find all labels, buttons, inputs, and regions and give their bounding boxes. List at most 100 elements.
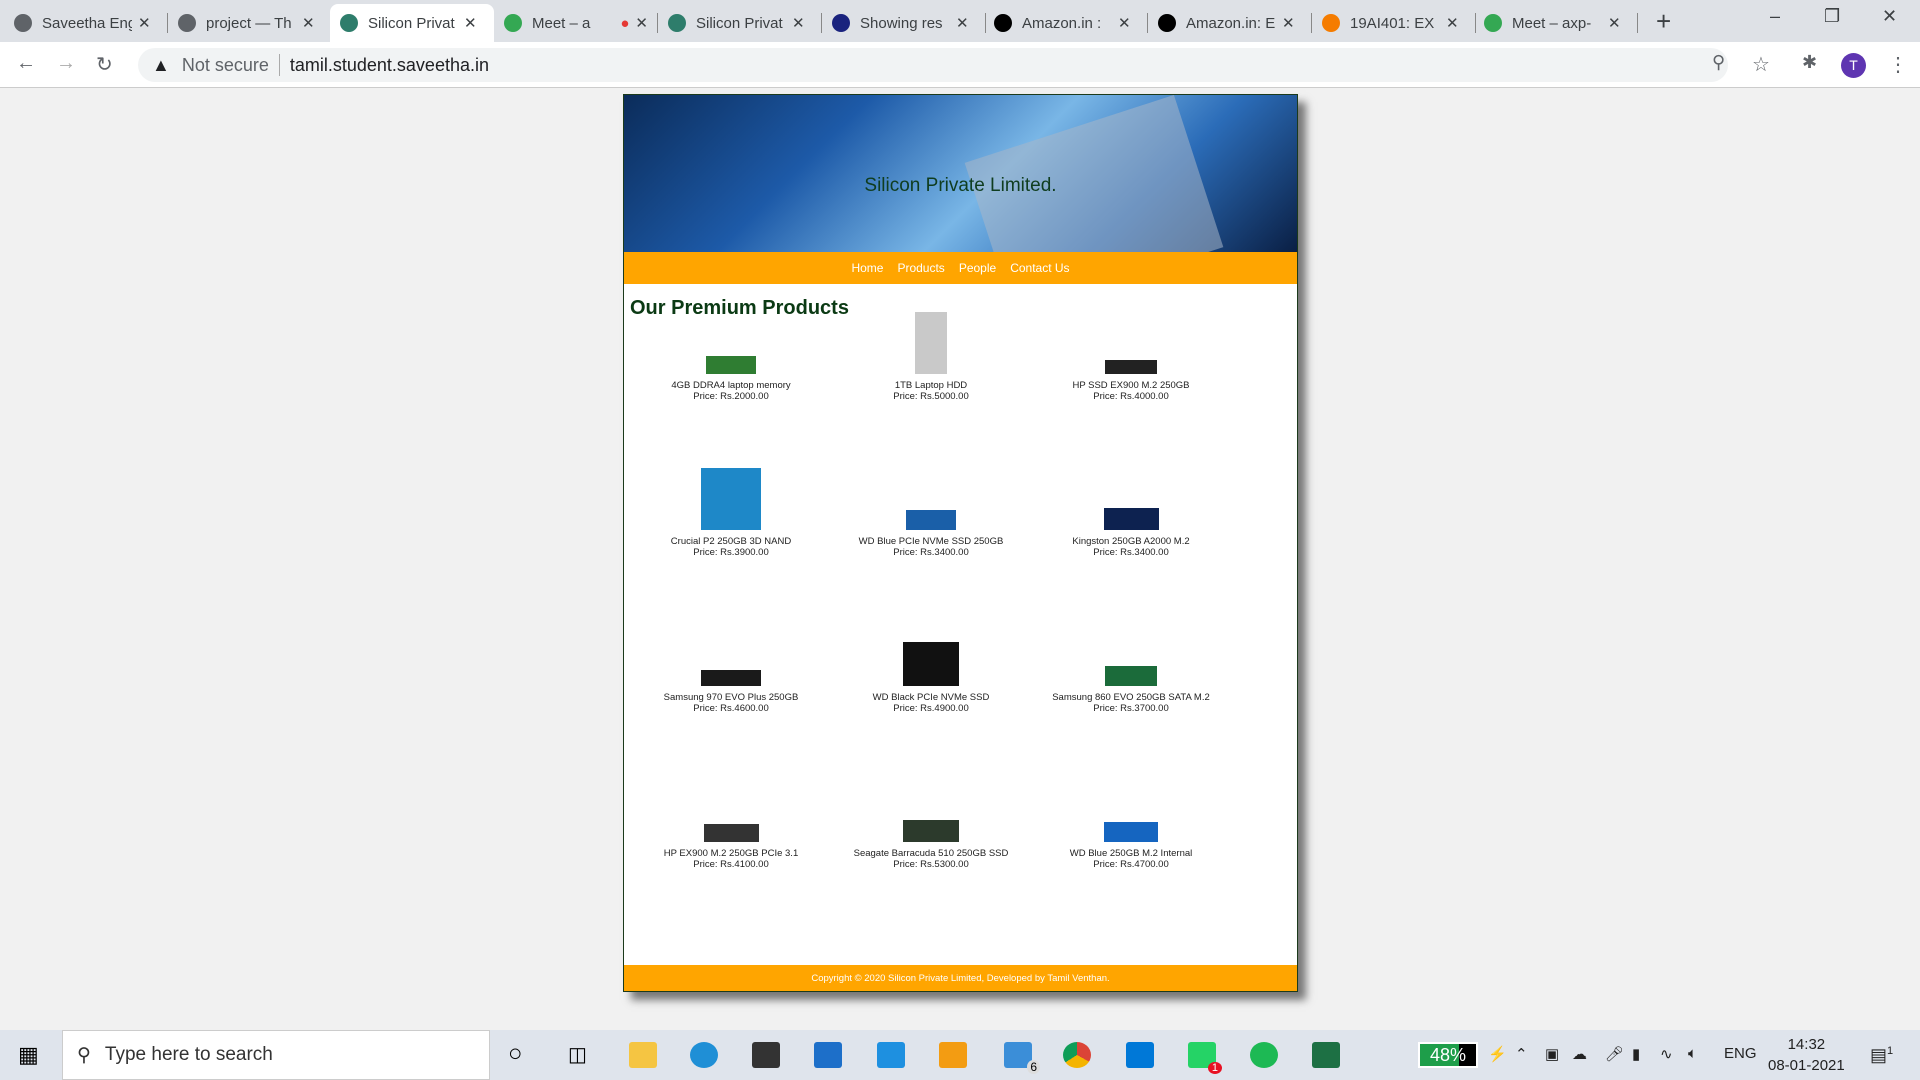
product-name: HP EX900 M.2 250GB PCIe 3.1 [663, 848, 799, 859]
product-card[interactable]: Crucial P2 250GB 3D NAND Price: Rs.3900.0… [631, 468, 831, 558]
reload-icon[interactable]: ↻ [96, 52, 113, 77]
product-image[interactable] [1103, 508, 1159, 530]
product-card[interactable]: Kingston 250GB A2000 M.2 Price: Rs.3400.0… [1031, 508, 1231, 558]
minimize-button[interactable]: – [1770, 6, 1780, 27]
product-image[interactable] [1105, 360, 1157, 374]
product-card[interactable]: WD Blue 250GB M.2 Internal Price: Rs.4700… [1031, 822, 1231, 870]
close-tab-icon[interactable]: ✕ [302, 14, 315, 32]
taskbar-search[interactable]: ⚲ Type here to search [62, 1030, 490, 1080]
close-tab-icon[interactable]: ✕ [464, 14, 477, 32]
excel-icon[interactable] [1312, 1042, 1340, 1068]
chip-icon [668, 14, 686, 32]
edge-icon[interactable] [690, 1042, 718, 1068]
tab-label: Showing res [860, 14, 943, 32]
close-tab-icon[interactable]: ✕ [1118, 14, 1131, 32]
new-tab-button[interactable]: + [1656, 6, 1671, 37]
product-card[interactable]: 4GB DDRA4 laptop memory Price: Rs.2000.00 [631, 356, 831, 402]
product-price: Price: Rs.2000.00 [693, 391, 769, 402]
product-name: Seagate Barracuda 510 250GB SSD [853, 848, 1009, 859]
app-icon[interactable] [1126, 1042, 1154, 1068]
url-text[interactable]: tamil.student.saveetha.in [290, 55, 489, 76]
product-card[interactable]: WD Black PCIe NVMe SSD Price: Rs.4900.00 [831, 642, 1031, 714]
browser-tab[interactable]: Silicon Privat ✕ [658, 4, 822, 42]
store-icon[interactable] [752, 1042, 780, 1068]
product-image[interactable] [703, 824, 759, 842]
language-indicator[interactable]: ENG [1724, 1045, 1757, 1062]
volume-icon[interactable]: 🔈︎ [1688, 1045, 1697, 1062]
browser-tab[interactable]: Meet – a ● ✕ [494, 4, 658, 42]
task-view-icon[interactable]: ◫ [568, 1042, 587, 1067]
browser-tab[interactable]: project — Th ✕ [168, 4, 332, 42]
browser-tab[interactable]: 19AI401: EX ✕ [1312, 4, 1476, 42]
mail-icon[interactable] [814, 1042, 842, 1068]
profile-avatar[interactable]: T [1841, 53, 1866, 78]
product-card[interactable]: Samsung 860 EVO 250GB SATA M.2 Price: Rs.… [1031, 666, 1231, 714]
chrome-icon[interactable] [1063, 1042, 1091, 1068]
browser-tab[interactable]: Amazon.in: E ✕ [1148, 4, 1312, 42]
product-image[interactable] [701, 468, 761, 530]
files-icon[interactable]: 6 [1004, 1042, 1040, 1074]
divider [278, 54, 280, 76]
forward-icon[interactable]: → [56, 52, 76, 75]
browser-tab[interactable]: Showing res ✕ [822, 4, 986, 42]
nav-people[interactable]: People [959, 261, 996, 275]
product-price: Price: Rs.4900.00 [893, 703, 969, 714]
windows-start-icon[interactable]: ▦ [18, 1042, 39, 1068]
close-tab-icon[interactable]: ✕ [1608, 14, 1621, 32]
product-card[interactable]: HP EX900 M.2 250GB PCIe 3.1 Price: Rs.410… [631, 824, 831, 870]
wifi-icon[interactable]: ∿ [1660, 1045, 1673, 1063]
bookmark-star-icon[interactable]: ☆ [1752, 52, 1770, 77]
tab-label: Amazon.in: E [1186, 14, 1276, 32]
clock[interactable]: 14:32 08-01-2021 [1768, 1034, 1845, 1076]
product-image[interactable] [906, 510, 956, 530]
chevron-up-icon[interactable]: ⌃ [1515, 1045, 1528, 1063]
restore-button[interactable]: ❐ [1824, 6, 1840, 27]
product-card[interactable]: WD Blue PCIe NVMe SSD 250GB Price: Rs.340… [831, 510, 1031, 558]
product-image[interactable] [1105, 666, 1157, 686]
product-image[interactable] [903, 642, 959, 686]
browser-tab[interactable]: Saveetha Eng ✕ [4, 4, 168, 42]
mic-icon[interactable]: 🎤︎ [1605, 1045, 1624, 1063]
camera-icon[interactable]: ▣ [1545, 1045, 1559, 1063]
close-tab-icon[interactable]: ✕ [1446, 14, 1459, 32]
browser-tab[interactable]: Silicon Privat ✕ [330, 4, 494, 42]
close-tab-icon[interactable]: ✕ [635, 14, 648, 32]
product-card[interactable]: 1TB Laptop HDD Price: Rs.5000.00 [831, 312, 1031, 402]
product-image[interactable] [1104, 822, 1158, 842]
product-card[interactable]: HP SSD EX900 M.2 250GB Price: Rs.4000.00 [1031, 360, 1231, 402]
power-icon[interactable]: ▮ [1632, 1045, 1640, 1063]
product-image[interactable] [706, 356, 756, 374]
l-app-icon[interactable] [877, 1042, 905, 1068]
back-icon[interactable]: ← [16, 52, 36, 75]
product-image[interactable] [701, 670, 761, 686]
zoom-icon[interactable]: ⚲ [1712, 52, 1725, 73]
notifications-icon[interactable]: ▤1 [1870, 1045, 1893, 1066]
whatsapp-icon[interactable]: 1 [1188, 1042, 1222, 1074]
close-tab-icon[interactable]: ✕ [1282, 14, 1295, 32]
spotify-icon[interactable] [1250, 1042, 1278, 1068]
cortana-icon[interactable]: ○ [508, 1040, 523, 1068]
nav-home[interactable]: Home [851, 261, 883, 275]
close-window-button[interactable]: ✕ [1882, 6, 1897, 27]
nav-products[interactable]: Products [897, 261, 944, 275]
close-tab-icon[interactable]: ✕ [956, 14, 969, 32]
media-app-icon[interactable] [939, 1042, 967, 1068]
product-image[interactable] [903, 820, 959, 842]
product-price: Price: Rs.5300.00 [893, 859, 969, 870]
close-tab-icon[interactable]: ✕ [138, 14, 151, 32]
browser-tab[interactable]: Amazon.in : ✕ [984, 4, 1148, 42]
product-card[interactable]: Seagate Barracuda 510 250GB SSD Price: Rs… [831, 820, 1031, 870]
menu-icon[interactable]: ⋮ [1888, 52, 1908, 77]
nav-contact[interactable]: Contact Us [1010, 261, 1069, 275]
address-bar[interactable]: ▲ Not secure tamil.student.saveetha.in [138, 48, 1728, 82]
close-tab-icon[interactable]: ✕ [792, 14, 805, 32]
security-label[interactable]: Not secure [182, 55, 269, 76]
browser-tab[interactable]: Meet – axp- ✕ [1474, 4, 1638, 42]
product-image[interactable] [915, 312, 947, 374]
amazon-icon [994, 14, 1012, 32]
product-card[interactable]: Samsung 970 EVO Plus 250GB Price: Rs.4600… [631, 670, 831, 714]
extensions-icon[interactable]: ✱ [1802, 52, 1817, 73]
onedrive-icon[interactable]: ☁ [1572, 1045, 1587, 1063]
file-explorer-icon[interactable] [629, 1042, 657, 1068]
battery-indicator[interactable]: 48% [1418, 1042, 1478, 1068]
